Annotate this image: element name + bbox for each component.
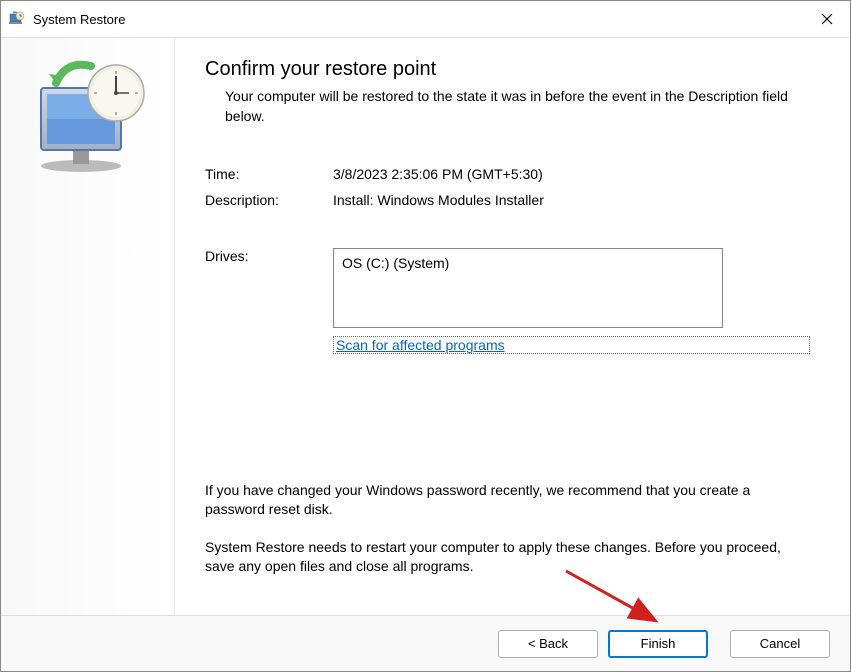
description-row: Description: Install: Windows Modules In… <box>205 192 810 208</box>
app-icon <box>9 11 25 27</box>
close-button[interactable] <box>804 1 850 37</box>
scan-affected-programs-link[interactable]: Scan for affected programs <box>333 336 810 354</box>
time-row: Time: 3/8/2023 2:35:06 PM (GMT+5:30) <box>205 166 810 182</box>
system-restore-window: System Restore <box>0 0 851 672</box>
time-label: Time: <box>205 166 333 182</box>
page-subheading: Your computer will be restored to the st… <box>205 87 810 126</box>
button-bar: < Back Finish Cancel <box>1 615 850 671</box>
sidebar <box>1 38 175 615</box>
content-area: Confirm your restore point Your computer… <box>1 37 850 615</box>
back-button[interactable]: < Back <box>498 630 598 658</box>
drives-listbox[interactable]: OS (C:) (System) <box>333 248 723 328</box>
password-warning-text: If you have changed your Windows passwor… <box>205 481 810 520</box>
system-restore-icon <box>21 58 161 178</box>
cancel-button[interactable]: Cancel <box>730 630 830 658</box>
titlebar: System Restore <box>1 1 850 37</box>
drives-label: Drives: <box>205 248 333 328</box>
finish-button[interactable]: Finish <box>608 630 708 658</box>
drives-row: Drives: OS (C:) (System) <box>205 248 810 328</box>
main-content: Confirm your restore point Your computer… <box>175 38 850 615</box>
drives-item: OS (C:) (System) <box>342 255 714 271</box>
description-label: Description: <box>205 192 333 208</box>
description-value: Install: Windows Modules Installer <box>333 192 544 208</box>
window-title: System Restore <box>33 12 804 27</box>
page-heading: Confirm your restore point <box>205 58 810 81</box>
restart-warning-text: System Restore needs to restart your com… <box>205 538 810 577</box>
time-value: 3/8/2023 2:35:06 PM (GMT+5:30) <box>333 166 543 182</box>
